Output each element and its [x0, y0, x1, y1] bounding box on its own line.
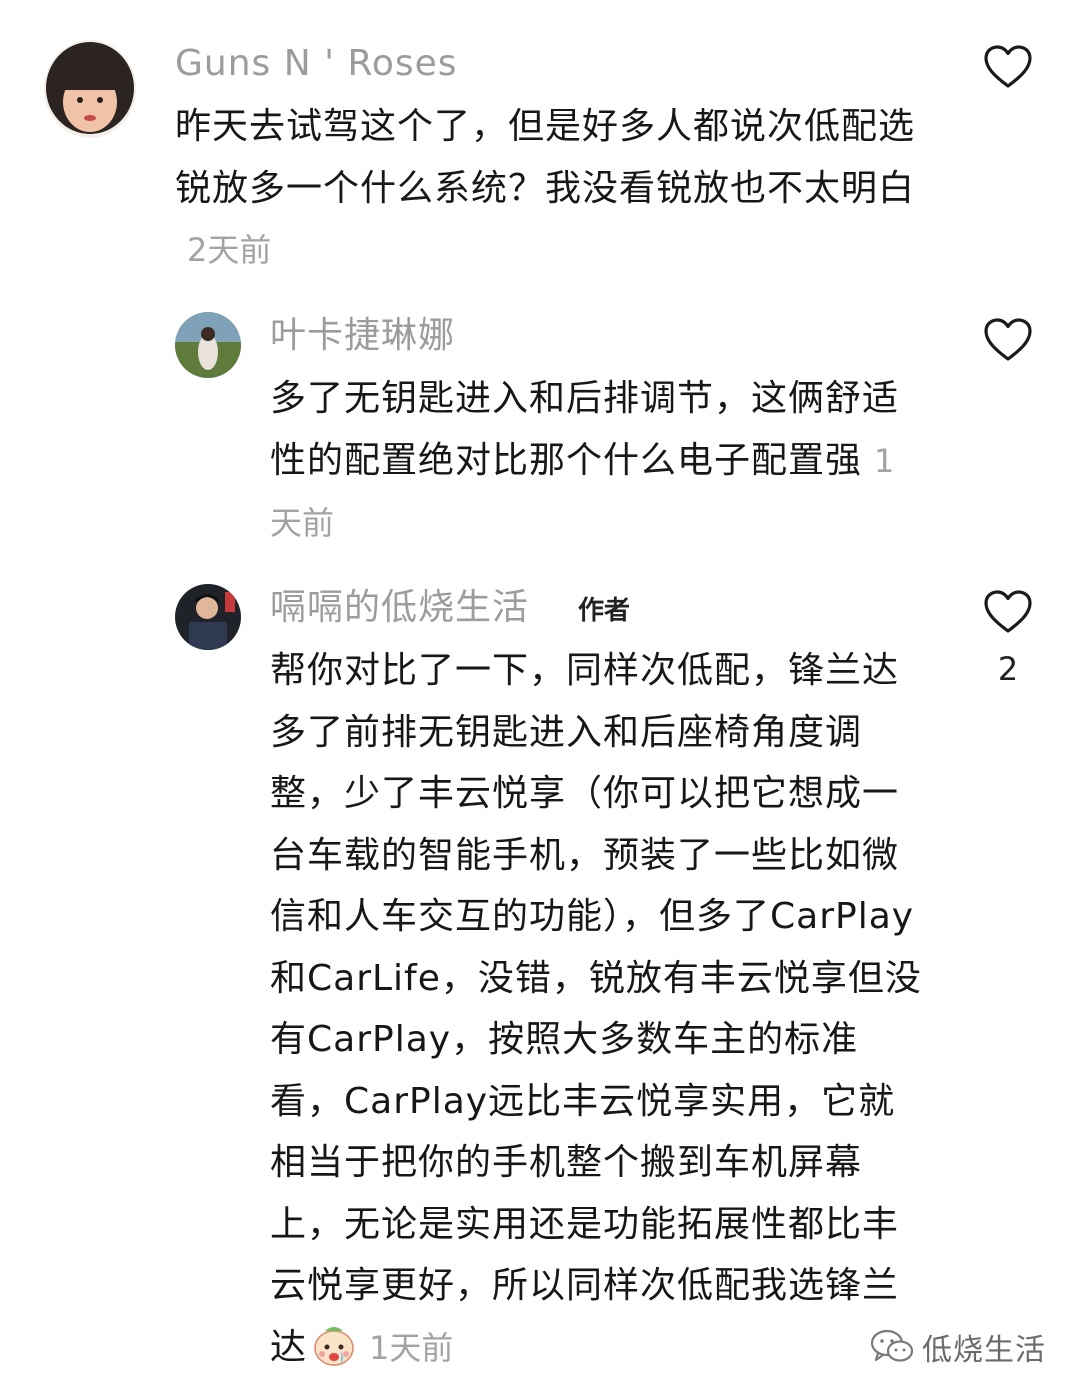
wechat-icon: [870, 1329, 914, 1362]
avatar[interactable]: [44, 40, 136, 138]
heart-outline-icon: [984, 318, 1032, 361]
avatar[interactable]: [175, 312, 241, 378]
comment-text: 多了无钥匙进入和后排调节，这俩舒适性的配置绝对比那个什么电子配置强 1天前: [270, 368, 920, 555]
heart-outline-icon: [984, 45, 1032, 88]
like-button[interactable]: [983, 589, 1033, 635]
like-count: 2: [997, 650, 1019, 688]
username[interactable]: Guns N ' Roses: [175, 42, 458, 86]
username[interactable]: 嗝嗝的低烧生活: [270, 586, 529, 630]
avatar[interactable]: [175, 584, 241, 650]
comment-body: 帮你对比了一下，同样次低配，锋兰达多了前排无钥匙进入和后座椅角度调整，少了丰云悦…: [270, 650, 922, 1368]
comment-time: 2天前: [187, 231, 272, 269]
avatar-image: [44, 40, 136, 138]
comment-text: 帮你对比了一下，同样次低配，锋兰达多了前排无钥匙进入和后座椅角度调整，少了丰云悦…: [270, 640, 930, 1379]
like-button[interactable]: [983, 317, 1033, 363]
watermark-text: 低烧生活: [922, 1333, 1046, 1368]
comment-body: 昨天去试驾这个了，但是好多人都说次低配选锐放多一个什么系统？我没看锐放也不太明白: [175, 106, 916, 209]
avatar-image: [175, 312, 241, 378]
like-button[interactable]: [983, 44, 1033, 90]
heart-outline-icon: [984, 590, 1032, 633]
author-badge: 作者: [578, 596, 631, 626]
avatar-image: [175, 584, 241, 650]
crying-face-emoji: [311, 1321, 357, 1367]
comment-text: 昨天去试驾这个了，但是好多人都说次低配选锐放多一个什么系统？我没看锐放也不太明白…: [175, 96, 935, 282]
username[interactable]: 叶卡捷琳娜: [270, 314, 455, 358]
comment-body: 多了无钥匙进入和后排调节，这俩舒适性的配置绝对比那个什么电子配置强: [270, 378, 900, 481]
comment-time: 1天前: [369, 1328, 454, 1367]
watermark: 低烧生活: [870, 1325, 1046, 1369]
